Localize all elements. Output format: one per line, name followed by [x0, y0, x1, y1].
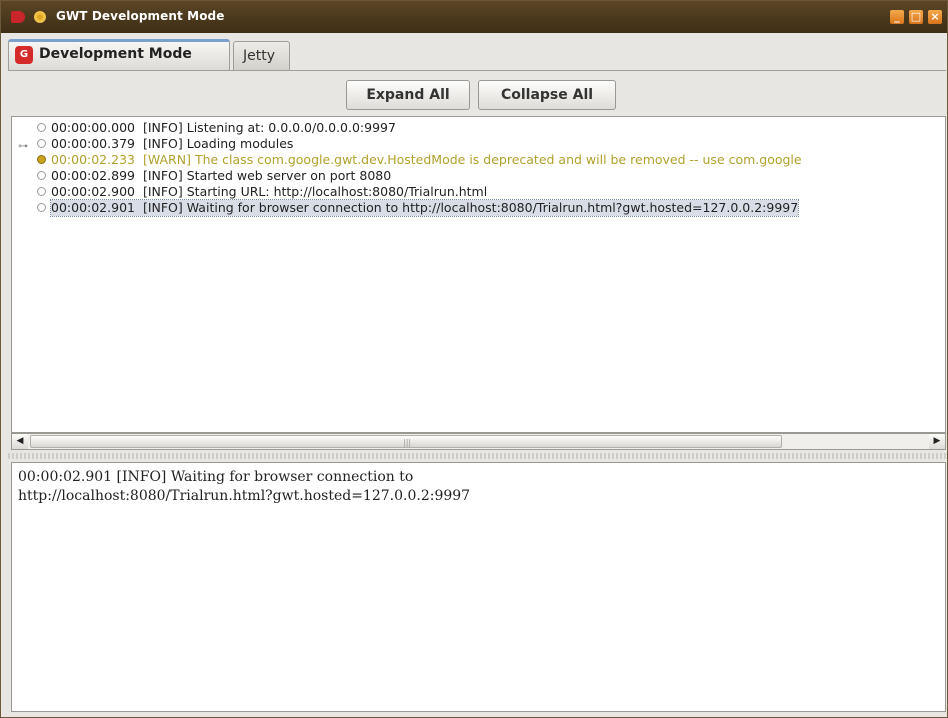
- maximize-button[interactable]: □: [909, 10, 923, 24]
- log-level: [INFO]: [142, 136, 183, 151]
- info-icon: [37, 187, 46, 196]
- tab-label: Jetty: [243, 48, 276, 64]
- log-time: 00:00:02.900: [51, 184, 135, 199]
- log-message: Starting URL: http://localhost:8080/Tria…: [186, 184, 488, 199]
- log-message: The class com.google.gwt.dev.HostedMode …: [194, 152, 802, 167]
- log-time: 00:00:02.901: [51, 200, 135, 215]
- log-details-pane[interactable]: 00:00:02.901 [INFO] Waiting for browser …: [11, 462, 946, 712]
- detail-text-line: http://localhost:8080/Trialrun.html?gwt.…: [18, 488, 471, 504]
- info-icon: [37, 139, 46, 148]
- tree-expand-icon[interactable]: ⊶: [18, 141, 28, 152]
- log-level: [WARN]: [142, 152, 191, 167]
- log-message: Listening at: 0.0.0.0/0.0.0.0:9997: [186, 120, 396, 135]
- close-button[interactable]: ×: [928, 10, 942, 24]
- info-icon: [37, 123, 46, 132]
- log-time: 00:00:00.000: [51, 120, 135, 135]
- pin-icon[interactable]: [34, 11, 46, 23]
- log-time: 00:00:00.379: [51, 136, 135, 151]
- split-pane-divider[interactable]: [8, 453, 946, 459]
- tab-development-mode[interactable]: G Development Mode: [8, 39, 230, 71]
- log-time: 00:00:02.899: [51, 168, 135, 183]
- tab-label: Development Mode: [39, 46, 192, 62]
- detail-text-line: 00:00:02.901 [INFO] Waiting for browser …: [18, 469, 414, 485]
- scroll-left-icon[interactable]: ◀: [12, 434, 28, 449]
- log-message: Started web server on port 8080: [186, 168, 392, 183]
- title-bar[interactable]: GWT Development Mode _ □ ×: [1, 1, 947, 33]
- tab-jetty[interactable]: Jetty: [233, 41, 290, 71]
- log-time: 00:00:02.233: [51, 152, 135, 167]
- log-level: [INFO]: [142, 168, 183, 183]
- scrollbar-thumb[interactable]: |||: [30, 435, 782, 448]
- grip-icon: |||: [403, 438, 412, 447]
- app-icon[interactable]: [11, 11, 25, 23]
- gwt-window: GWT Development Mode _ □ × G Development…: [0, 0, 948, 718]
- gwt-icon: G: [15, 46, 33, 64]
- window-title: GWT Development Mode: [56, 9, 225, 23]
- horizontal-scrollbar[interactable]: ◀ ||| ▶: [11, 433, 946, 450]
- info-icon: [37, 171, 46, 180]
- log-tree[interactable]: ⊶ 00:00:00.000 [INFO] Listening at: 0.0.…: [11, 116, 946, 433]
- log-level: [INFO]: [142, 184, 183, 199]
- log-level: [INFO]: [142, 120, 183, 135]
- log-message: Waiting for browser connection to http:/…: [186, 200, 799, 215]
- tab-panel-border: [8, 70, 946, 71]
- log-message: Loading modules: [186, 136, 294, 151]
- log-level: [INFO]: [142, 200, 183, 215]
- collapse-all-button[interactable]: Collapse All: [478, 80, 616, 110]
- info-icon: [37, 203, 46, 212]
- scroll-right-icon[interactable]: ▶: [929, 434, 945, 449]
- expand-all-button[interactable]: Expand All: [346, 80, 470, 110]
- tab-strip: G Development Mode Jetty: [8, 39, 946, 71]
- minimize-button[interactable]: _: [890, 10, 904, 24]
- warning-icon: [37, 155, 46, 164]
